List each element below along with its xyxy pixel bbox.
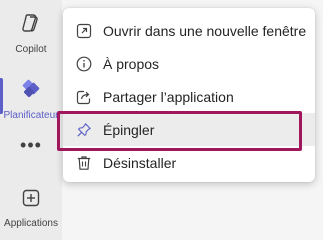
menu-item-label: À propos xyxy=(103,55,160,72)
rail-label-copilot: Copilot xyxy=(15,44,47,55)
share-icon xyxy=(75,88,93,106)
menu-item-open-new-window[interactable]: Ouvrir dans une nouvelle fenêtre xyxy=(63,14,315,47)
menu-item-label: Partager l’application xyxy=(103,88,234,105)
copilot-icon xyxy=(20,12,42,39)
rail-item-planificateur[interactable]: Planificateur xyxy=(0,78,62,121)
pin-icon xyxy=(75,121,93,139)
context-menu: Ouvrir dans une nouvelle fenêtre À propo… xyxy=(63,8,315,182)
open-new-window-icon xyxy=(75,22,93,40)
menu-item-label: Ouvrir dans une nouvelle fenêtre xyxy=(103,22,307,39)
rail-item-applications[interactable]: Applications xyxy=(0,188,62,229)
menu-item-share[interactable]: Partager l’application xyxy=(63,80,315,113)
app-rail: Copilot Planificateur ••• Applications xyxy=(0,0,62,240)
more-apps-button[interactable]: ••• xyxy=(0,135,62,155)
planner-icon xyxy=(20,78,42,105)
menu-item-uninstall[interactable]: Désinstaller xyxy=(63,146,315,179)
rail-label-planificateur: Planificateur xyxy=(3,110,59,121)
rail-label-applications: Applications xyxy=(4,218,58,229)
menu-item-label: Épingler xyxy=(103,121,155,138)
menu-item-about[interactable]: À propos xyxy=(63,47,315,80)
rail-item-copilot[interactable]: Copilot xyxy=(0,12,62,55)
add-apps-icon xyxy=(21,188,41,213)
menu-item-label: Désinstaller xyxy=(103,154,177,171)
info-icon xyxy=(75,55,93,73)
menu-item-pin[interactable]: Épingler xyxy=(63,113,315,146)
trash-icon xyxy=(75,154,93,172)
